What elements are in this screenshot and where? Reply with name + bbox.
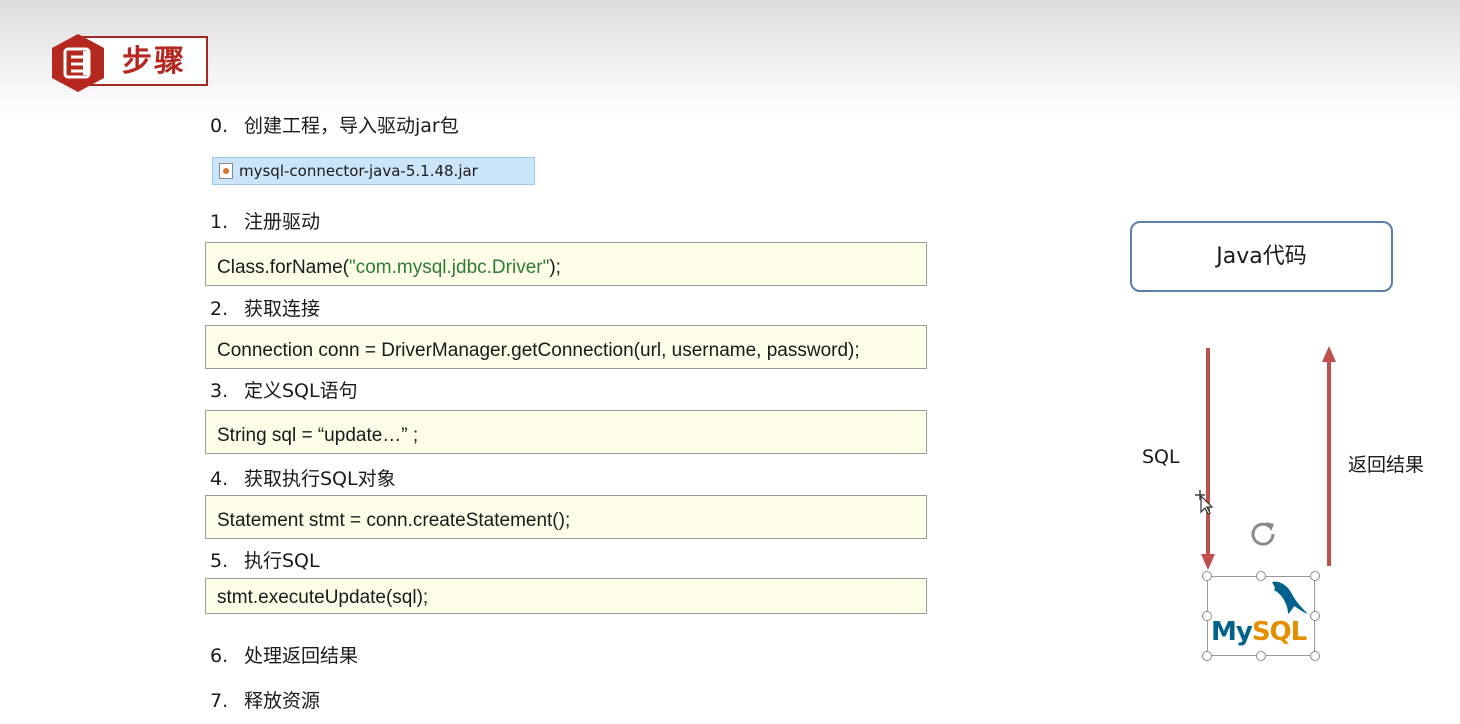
sql-arrow-down [1201,348,1215,570]
step-number: 6. [210,645,229,667]
step-number: 2. [210,298,229,320]
step-number: 4. [210,468,229,490]
code-text: Statement stmt = conn.createStatement(); [217,510,571,531]
sql-label: SQL [1142,446,1180,468]
step-7: 7. 释放资源 [210,686,320,713]
mysql-dolphin-icon [1272,581,1308,614]
step-number: 1. [210,211,229,233]
code-block-define-sql: String sql = “update…” ; [205,410,927,454]
step-number: 5. [210,550,229,572]
mysql-logo: MySQL [1211,617,1307,647]
result-label: 返回结果 [1348,454,1425,476]
resize-handle[interactable] [1310,651,1320,661]
step-0: 0. 创建工程，导入驱动jar包 [210,111,459,138]
step-label: 处理返回结果 [244,645,359,667]
page-title: 步骤 [122,44,186,79]
step-label: 定义SQL语句 [244,380,358,402]
step-number: 0. [210,115,229,137]
code-block-create-statement: Statement stmt = conn.createStatement(); [205,495,927,539]
code-block-execute-sql: stmt.executeUpdate(sql); [205,578,927,614]
result-arrow-up [1322,346,1336,566]
mysql-logo-sql: SQL [1251,617,1307,647]
code-string-literal: "com.mysql.jdbc.Driver" [348,257,550,278]
step-3: 3. 定义SQL语句 [210,376,358,403]
code-block-register-driver: Class.forName("com.mysql.jdbc.Driver"); [205,242,927,286]
move-cursor-icon [1195,490,1214,515]
java-jar-icon [219,163,233,179]
step-4: 4. 获取执行SQL对象 [210,464,396,491]
resize-handle[interactable] [1256,571,1266,581]
resize-handle[interactable] [1202,651,1212,661]
java-code-box[interactable]: Java代码 [1130,221,1393,292]
resize-handle[interactable] [1202,571,1212,581]
step-number: 7. [210,690,229,712]
code-block-get-connection: Connection conn = DriverManager.getConne… [205,325,927,369]
jar-file-name: mysql-connector-java-5.1.48.jar [239,162,478,180]
step-number: 3. [210,380,229,402]
step-label: 创建工程，导入驱动jar包 [244,115,459,137]
code-text: String sql = “update…” ; [217,425,419,446]
step-2: 2. 获取连接 [210,294,320,321]
step-label: 获取执行SQL对象 [244,468,396,490]
step-label: 注册驱动 [244,211,321,233]
code-text: Connection conn = DriverManager.getConne… [217,340,860,361]
step-label: 释放资源 [244,690,321,712]
code-text: stmt.executeUpdate(sql); [217,587,429,608]
mysql-logo-my: My [1211,617,1253,647]
step-1: 1. 注册驱动 [210,207,320,234]
step-6: 6. 处理返回结果 [210,641,358,668]
jar-file-item[interactable]: mysql-connector-java-5.1.48.jar [212,157,535,185]
step-label: 执行SQL [244,550,320,572]
step-label: 获取连接 [244,298,321,320]
document-icon [52,34,104,92]
code-text: Class.forName( [217,257,349,278]
resize-handle[interactable] [1256,651,1266,661]
code-text: ); [549,257,561,278]
rotate-handle-icon[interactable] [1248,519,1278,549]
step-5: 5. 执行SQL [210,546,320,573]
